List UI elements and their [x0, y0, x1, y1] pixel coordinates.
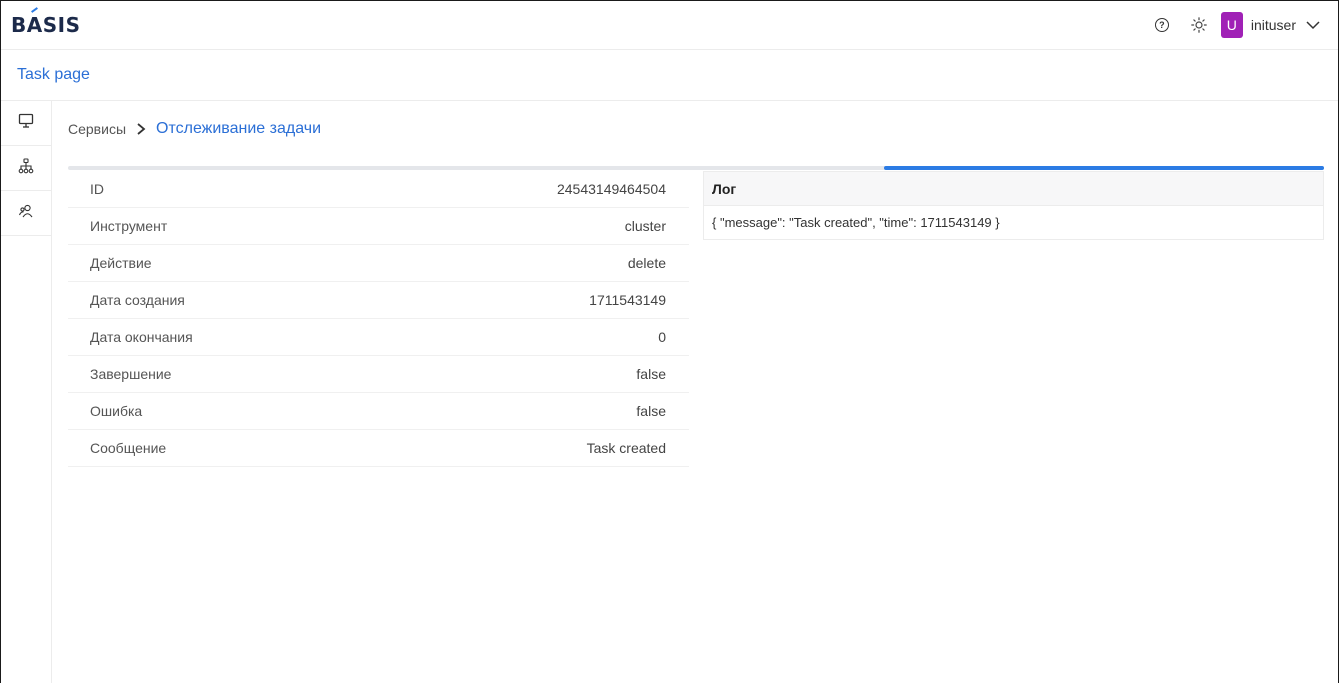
- row-value: Task created: [586, 440, 666, 456]
- row-label: Сообщение: [90, 440, 167, 456]
- main-content: Сервисы Отслеживание задачи ID 2454314946…: [53, 101, 1338, 683]
- table-row: Ошибка false: [68, 393, 689, 430]
- row-value: false: [636, 366, 666, 382]
- row-value: cluster: [624, 218, 666, 234]
- app-logo[interactable]: BASIS: [11, 13, 80, 37]
- page-title-bar: Task page: [1, 50, 1338, 101]
- table-row: Инструмент cluster: [68, 208, 689, 245]
- chevron-right-icon: [136, 123, 146, 135]
- log-header: Лог: [704, 172, 1323, 206]
- row-label: ID: [90, 181, 104, 197]
- row-label: Действие: [90, 255, 152, 271]
- sidebar-item-monitor[interactable]: [1, 101, 51, 146]
- table-row: Дата создания 1711543149: [68, 282, 689, 319]
- table-row: Действие delete: [68, 245, 689, 282]
- row-value: delete: [627, 255, 666, 271]
- app-window: BASIS ? U inituser Task page Сервисы Отс…: [0, 0, 1339, 683]
- sidebar: [1, 101, 52, 683]
- breadcrumb-root-link[interactable]: Сервисы: [68, 121, 126, 137]
- username-label[interactable]: inituser: [1251, 17, 1296, 33]
- table-row: Сообщение Task created: [68, 430, 689, 467]
- monitor-icon: [18, 113, 34, 134]
- task-info-table: ID 24543149464504 Инструмент cluster Действи…: [68, 171, 689, 467]
- sidebar-item-users[interactable]: [1, 191, 51, 236]
- sidebar-item-network[interactable]: [1, 146, 51, 191]
- users-icon: [18, 203, 34, 224]
- breadcrumb: Сервисы Отслеживание задачи: [68, 119, 321, 139]
- row-value: 1711543149: [589, 292, 666, 308]
- row-label: Дата окончания: [90, 329, 193, 345]
- page-title: Task page: [17, 66, 90, 83]
- sun-icon[interactable]: [1189, 15, 1209, 35]
- progress-bar-fill: [884, 166, 1324, 170]
- row-label: Завершение: [90, 366, 172, 382]
- row-label: Инструмент: [90, 218, 168, 234]
- top-right-controls: ? U inituser: [1154, 11, 1320, 39]
- table-row: Дата окончания 0: [68, 319, 689, 356]
- top-bar: BASIS ? U inituser: [1, 1, 1338, 50]
- row-value: 0: [658, 329, 666, 345]
- row-label: Ошибка: [90, 403, 143, 419]
- log-panel: Лог { "message": "Task created", "time":…: [703, 171, 1324, 240]
- help-circle-icon[interactable]: ?: [1154, 18, 1169, 32]
- log-entry: { "message": "Task created", "time": 171…: [712, 215, 1000, 230]
- row-label: Дата создания: [90, 292, 185, 308]
- breadcrumb-current: Отслеживание задачи: [156, 120, 322, 137]
- network-icon: [18, 157, 34, 179]
- table-row: Завершение false: [68, 356, 689, 393]
- row-value: false: [636, 403, 666, 419]
- row-value: 24543149464504: [556, 181, 666, 197]
- log-entries: { "message": "Task created", "time": 171…: [704, 206, 1323, 239]
- avatar[interactable]: U: [1220, 12, 1243, 38]
- progress-bar: [68, 166, 1324, 170]
- chevron-down-icon[interactable]: [1306, 18, 1320, 32]
- table-row: ID 24543149464504: [68, 171, 689, 208]
